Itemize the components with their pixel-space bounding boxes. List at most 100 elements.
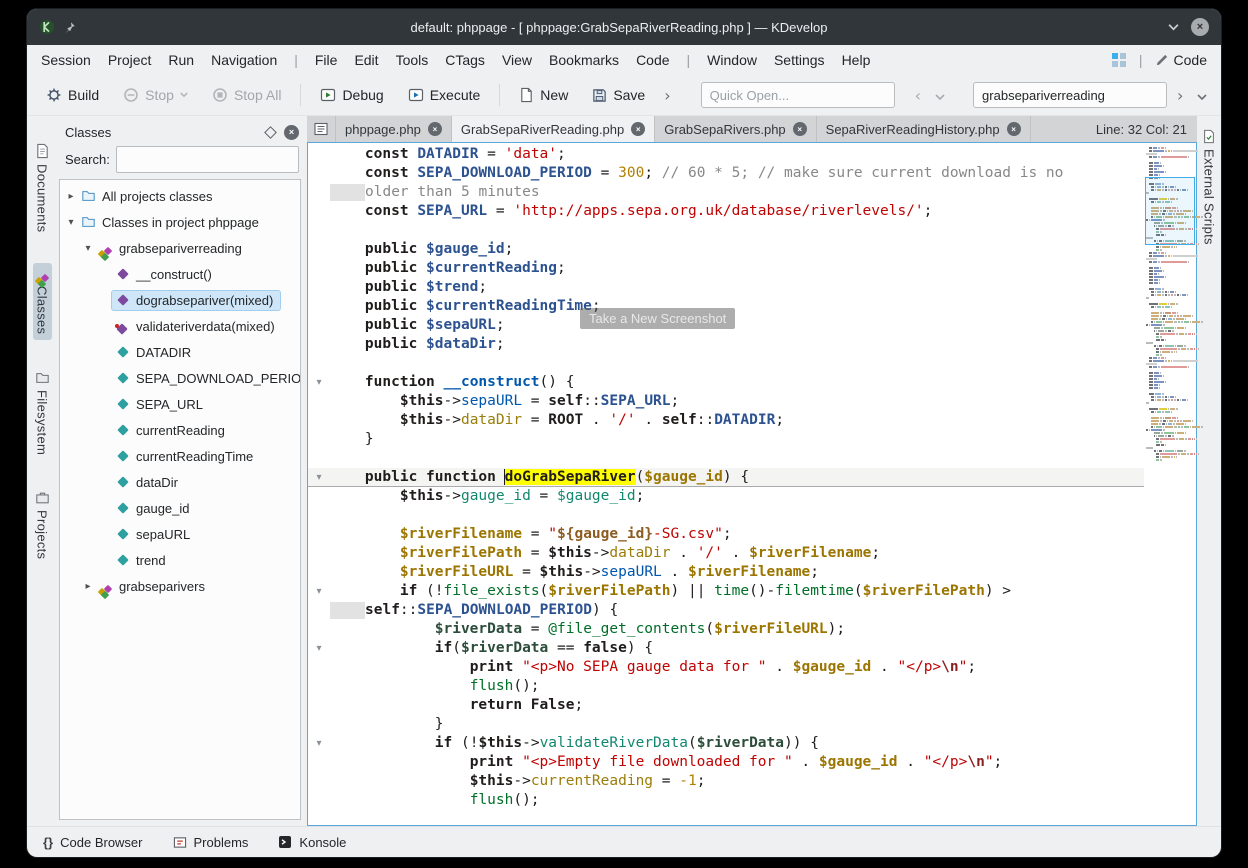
tree-item-sepa-download-period[interactable]: SEPA_DOWNLOAD_PERIOD bbox=[60, 365, 300, 391]
toolview-tab-documents[interactable]: Documents bbox=[33, 138, 52, 237]
tab-separiverreadinghistory-php[interactable]: SepaRiverReadingHistory.php× bbox=[817, 116, 1031, 142]
tree-item-dograbsepariver-mixed[interactable]: dograbsepariver(mixed) bbox=[60, 287, 300, 313]
tree-item-classes-in-project-phppage[interactable]: ▾Classes in project phppage bbox=[60, 209, 300, 235]
code-line[interactable]: $this->dataDir = ROOT . '/' . self::DATA… bbox=[308, 411, 1144, 430]
tab-phppage-php[interactable]: phppage.php× bbox=[336, 116, 452, 142]
code-line[interactable]: ▾ if (!$this->validateRiverData($riverDa… bbox=[308, 734, 1144, 753]
expand-arrow-icon[interactable]: ▸ bbox=[81, 581, 95, 592]
editor[interactable]: const DATADIR = 'data'; const SEPA_DOWNL… bbox=[307, 142, 1197, 826]
document-list-icon[interactable] bbox=[307, 116, 336, 142]
tree-item-grabseparivers[interactable]: ▸grabseparivers bbox=[60, 573, 300, 599]
code-line[interactable]: $riverData = @file_get_contents($riverFi… bbox=[308, 620, 1144, 639]
stop-all-button[interactable]: Stop All bbox=[203, 82, 290, 108]
code-area[interactable]: const DATADIR = 'data'; const SEPA_DOWNL… bbox=[308, 143, 1144, 825]
window-close-button[interactable]: × bbox=[1191, 18, 1209, 36]
tree-item-trend[interactable]: trend bbox=[60, 547, 300, 573]
code-line[interactable]: self::SEPA_DOWNLOAD_PERIOD) { bbox=[308, 601, 1144, 620]
fold-marker-icon[interactable]: ▾ bbox=[308, 468, 330, 487]
tab-grabsepariverreading-php[interactable]: GrabSepaRiverReading.php× bbox=[452, 116, 655, 142]
code-line[interactable]: const DATADIR = 'data'; bbox=[308, 145, 1144, 164]
menu-view[interactable]: View bbox=[502, 52, 532, 68]
menu-window[interactable]: Window bbox=[707, 52, 757, 68]
execute-button[interactable]: Execute bbox=[399, 82, 490, 108]
menu-session[interactable]: Session bbox=[41, 52, 91, 68]
fold-marker-icon[interactable]: ▾ bbox=[308, 639, 330, 658]
area-code-button[interactable]: Code bbox=[1155, 52, 1207, 68]
menu-bookmarks[interactable]: Bookmarks bbox=[549, 52, 619, 68]
toolview-tab-filesystem[interactable]: Filesystem bbox=[33, 366, 52, 460]
tree-item-datadir[interactable]: DATADIR bbox=[60, 339, 300, 365]
collapse-arrow-icon[interactable]: ▾ bbox=[81, 243, 95, 254]
tree-item-sepa-url[interactable]: SEPA_URL bbox=[60, 391, 300, 417]
nav-back-icon[interactable]: ‹ bbox=[911, 86, 925, 105]
expand-arrow-icon[interactable]: ▸ bbox=[64, 191, 78, 202]
fold-marker-icon[interactable]: ▾ bbox=[308, 734, 330, 753]
stop-button[interactable]: Stop bbox=[114, 82, 197, 108]
code-line[interactable]: } bbox=[308, 430, 1144, 449]
fold-marker-icon[interactable]: ▾ bbox=[308, 373, 330, 392]
code-line[interactable]: ▾ if($riverData == false) { bbox=[308, 639, 1144, 658]
code-line[interactable]: $riverFileURL = $this->sepaURL . $riverF… bbox=[308, 563, 1144, 582]
code-line[interactable] bbox=[308, 354, 1144, 373]
menu-edit[interactable]: Edit bbox=[354, 52, 378, 68]
float-toolview-icon[interactable] bbox=[264, 126, 277, 139]
code-line[interactable]: $this->gauge_id = $gauge_id; bbox=[308, 487, 1144, 506]
code-line[interactable] bbox=[308, 449, 1144, 468]
code-line[interactable]: } bbox=[308, 715, 1144, 734]
tree-item-validateriverdata-mixed[interactable]: validateriverdata(mixed) bbox=[60, 313, 300, 339]
window-menu-chevron-icon[interactable] bbox=[1168, 23, 1179, 31]
classes-panel-close-icon[interactable]: × bbox=[284, 125, 299, 140]
toolview-button-code-browser[interactable]: {}Code Browser bbox=[43, 835, 143, 850]
tab-close-icon[interactable]: × bbox=[1007, 122, 1021, 136]
search-next-icon[interactable]: › bbox=[1173, 86, 1187, 105]
tab-close-icon[interactable]: × bbox=[793, 122, 807, 136]
code-line[interactable]: flush(); bbox=[308, 677, 1144, 696]
search-dropdown-icon[interactable] bbox=[1193, 86, 1211, 105]
build-button[interactable]: Build bbox=[37, 82, 108, 108]
toolbar-search-input[interactable] bbox=[973, 82, 1167, 108]
tree-item-all-projects-classes[interactable]: ▸All projects classes bbox=[60, 183, 300, 209]
code-line[interactable]: const SEPA_URL = 'http://apps.sepa.org.u… bbox=[308, 202, 1144, 221]
code-line[interactable]: return False; bbox=[308, 696, 1144, 715]
debug-button[interactable]: Debug bbox=[311, 82, 392, 108]
code-line[interactable]: $riverFilename = "${gauge_id}-SG.csv"; bbox=[308, 525, 1144, 544]
menu-project[interactable]: Project bbox=[108, 52, 152, 68]
menu-help[interactable]: Help bbox=[842, 52, 871, 68]
code-line[interactable] bbox=[308, 221, 1144, 240]
menu-ctags[interactable]: CTags bbox=[445, 52, 485, 68]
minimap-viewport[interactable] bbox=[1145, 177, 1195, 245]
toolview-tab-projects[interactable]: Projects bbox=[33, 486, 52, 564]
tree-item-grabsepariverreading[interactable]: ▾grabsepariverreading bbox=[60, 235, 300, 261]
code-line[interactable]: ▾ function __construct() { bbox=[308, 373, 1144, 392]
menu-settings[interactable]: Settings bbox=[774, 52, 825, 68]
tree-item-gauge-id[interactable]: gauge_id bbox=[60, 495, 300, 521]
code-line[interactable]: $this->currentReading = -1; bbox=[308, 772, 1144, 791]
quick-open-input[interactable] bbox=[701, 82, 895, 108]
new-button[interactable]: New bbox=[510, 82, 577, 108]
tree-item-construct[interactable]: __construct() bbox=[60, 261, 300, 287]
menu-tools[interactable]: Tools bbox=[396, 52, 429, 68]
menu-file[interactable]: File bbox=[315, 52, 338, 68]
code-line[interactable]: public $gauge_id; bbox=[308, 240, 1144, 259]
tab-close-icon[interactable]: × bbox=[631, 122, 645, 136]
menu-run[interactable]: Run bbox=[168, 52, 194, 68]
code-line[interactable]: const SEPA_DOWNLOAD_PERIOD = 300; // 60 … bbox=[308, 164, 1144, 183]
toolview-tab-external-scripts[interactable]: External Scripts bbox=[1200, 124, 1219, 250]
code-line[interactable]: print "<p>No SEPA gauge data for " . $ga… bbox=[308, 658, 1144, 677]
classes-search-input[interactable] bbox=[116, 146, 299, 173]
tree-item-datadir[interactable]: dataDir bbox=[60, 469, 300, 495]
area-grid-icon[interactable] bbox=[1111, 52, 1127, 68]
toolview-button-problems[interactable]: Problems bbox=[173, 835, 249, 850]
tree-item-currentreadingtime[interactable]: currentReadingTime bbox=[60, 443, 300, 469]
code-line[interactable]: $this->sepaURL = self::SEPA_URL; bbox=[308, 392, 1144, 411]
code-line[interactable]: ▾ if (!file_exists($riverFilePath) || ti… bbox=[308, 582, 1144, 601]
nav-dropdown-icon[interactable] bbox=[931, 86, 949, 105]
minimap-scrollbar[interactable] bbox=[1144, 143, 1196, 825]
code-line[interactable]: print "<p>Empty file downloaded for " . … bbox=[308, 753, 1144, 772]
code-line[interactable]: $riverFilePath = $this->dataDir . '/' . … bbox=[308, 544, 1144, 563]
collapse-arrow-icon[interactable]: ▾ bbox=[64, 217, 78, 228]
toolbar-overflow-icon[interactable]: › bbox=[660, 86, 674, 105]
titlebar[interactable]: default: phppage - [ phppage:GrabSepaRiv… bbox=[27, 9, 1221, 45]
save-button[interactable]: Save bbox=[583, 82, 654, 108]
pin-icon[interactable] bbox=[63, 21, 76, 34]
